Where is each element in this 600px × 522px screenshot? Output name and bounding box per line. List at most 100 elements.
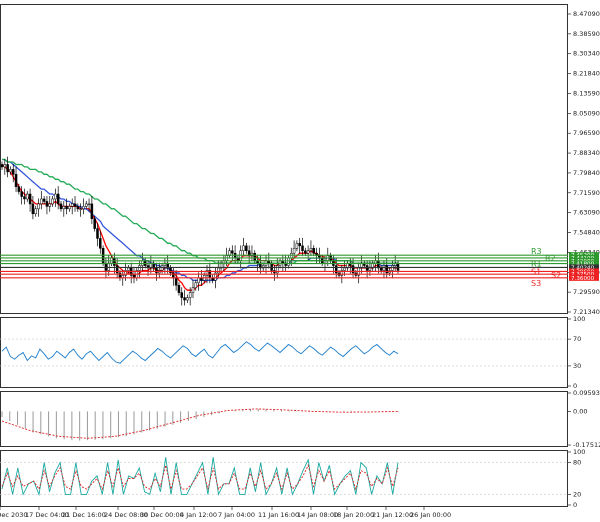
candle-body bbox=[188, 292, 192, 298]
candle-body bbox=[73, 203, 77, 207]
candle-body bbox=[34, 208, 37, 215]
x-tick-label: 7 Jan 04:00 bbox=[218, 511, 255, 519]
candle-body bbox=[59, 203, 63, 210]
candle-body bbox=[14, 174, 18, 187]
candle-body bbox=[180, 292, 183, 298]
candle-body bbox=[292, 248, 296, 254]
macd-panel: 0.0959310.00-0.175129 bbox=[1, 389, 600, 449]
y-tick-label: 8.30340 bbox=[573, 50, 600, 58]
candle-body bbox=[391, 265, 394, 271]
candle-body bbox=[169, 267, 172, 274]
candle-body bbox=[6, 164, 9, 173]
y-tick-label: 7.71590 bbox=[573, 189, 600, 197]
candle-body bbox=[42, 198, 46, 202]
macd-signal-line bbox=[1, 408, 399, 439]
panel-frame-2 bbox=[0, 317, 568, 388]
candle-body bbox=[85, 203, 88, 207]
x-tick-label: 4 Jan 12:00 bbox=[180, 511, 217, 519]
y-tick-label: 0.00 bbox=[573, 407, 587, 415]
x-tick-label: 14 Jan 08:00 bbox=[297, 511, 338, 519]
candle-body bbox=[90, 203, 94, 219]
y-tick-label: 70 bbox=[573, 335, 581, 343]
candle-body bbox=[26, 193, 29, 200]
candle-body bbox=[183, 297, 186, 301]
y-tick-label: 8.38590 bbox=[573, 30, 600, 38]
candle-body bbox=[76, 206, 80, 210]
candle-body bbox=[48, 203, 51, 207]
candle-body bbox=[197, 277, 200, 284]
level-label-s1: S1 bbox=[531, 267, 541, 276]
x-axis: 12 Dec 203017 Dec 04:0021 Dec 16:0024 De… bbox=[0, 507, 451, 519]
candle-body bbox=[160, 265, 164, 271]
candle-body bbox=[309, 248, 313, 251]
candle-body bbox=[242, 245, 245, 251]
x-tick-label: 26 Jan 00:00 bbox=[410, 511, 451, 519]
candle-body bbox=[343, 267, 346, 271]
candle-body bbox=[0, 164, 4, 168]
level-label-s3: S3 bbox=[531, 279, 541, 288]
candle-body bbox=[368, 267, 372, 271]
candle-body bbox=[365, 265, 369, 271]
candle-body bbox=[287, 257, 290, 266]
panel-frame-4 bbox=[0, 450, 568, 507]
candle-body bbox=[40, 198, 43, 205]
candle-body bbox=[96, 228, 99, 239]
x-tick-label: 30 Dec 00:00 bbox=[140, 511, 184, 519]
candle-body bbox=[65, 206, 68, 210]
y-tick-label: 30 bbox=[573, 362, 581, 370]
candle-body bbox=[174, 277, 178, 286]
candle-body bbox=[231, 250, 234, 254]
candle-body bbox=[104, 262, 108, 271]
candle-body bbox=[379, 267, 383, 271]
candle-body bbox=[82, 206, 85, 210]
candle-body bbox=[194, 282, 198, 288]
level-label-r2: R2 bbox=[545, 254, 556, 263]
candle-body bbox=[93, 218, 96, 229]
level-label-s2: S2 bbox=[551, 271, 561, 280]
candle-body bbox=[253, 252, 257, 261]
candle-body bbox=[23, 196, 26, 200]
rsi-line bbox=[1, 341, 399, 364]
candle-body bbox=[113, 257, 116, 266]
candle-body bbox=[20, 191, 23, 197]
ma-mid-line bbox=[2, 158, 398, 281]
y-tick-label: 80 bbox=[573, 459, 581, 467]
candle-body bbox=[236, 257, 240, 261]
y-tick-label: 7.96590 bbox=[573, 129, 600, 137]
candle-body bbox=[155, 267, 158, 274]
candle-body bbox=[45, 201, 49, 207]
rsi-panel: 10070300 bbox=[0, 315, 585, 390]
candle-body bbox=[17, 186, 21, 192]
y-tick-label: 0.095931 bbox=[573, 389, 600, 397]
candle-body bbox=[127, 267, 130, 271]
candle-body bbox=[295, 243, 299, 249]
y-tick-label: 100 bbox=[573, 448, 585, 456]
price-panel: 8.47090 8.38590 8.30340 8.21840 8.13590 8.050… bbox=[0, 10, 600, 316]
candle-body bbox=[56, 193, 60, 205]
candle-body bbox=[70, 203, 74, 207]
x-tick-label: 21 Jan 12:00 bbox=[372, 511, 413, 519]
candle-body bbox=[301, 245, 304, 251]
candle-body bbox=[3, 164, 7, 168]
candle-body bbox=[9, 169, 12, 173]
y-tick-label: 7.29590 bbox=[573, 288, 600, 296]
candle-body bbox=[217, 267, 220, 274]
candle-body bbox=[11, 169, 15, 175]
candle-body bbox=[87, 203, 91, 205]
candle-body bbox=[51, 198, 54, 205]
candle-body bbox=[298, 243, 301, 247]
candle-body bbox=[99, 238, 102, 249]
level-label-r3: R3 bbox=[531, 247, 542, 256]
candle-body bbox=[382, 265, 386, 271]
candle-body bbox=[270, 262, 273, 271]
candle-body bbox=[304, 250, 307, 254]
level-price-label: 7.36000 bbox=[571, 276, 595, 282]
candle-body bbox=[28, 193, 32, 205]
candle-body bbox=[186, 297, 189, 301]
candle-body bbox=[31, 203, 35, 215]
candle-body bbox=[79, 208, 82, 210]
candle-body bbox=[306, 250, 310, 254]
candle-body bbox=[312, 248, 315, 254]
candle-body bbox=[177, 285, 181, 293]
x-tick-label: 21 Dec 16:00 bbox=[62, 511, 106, 519]
